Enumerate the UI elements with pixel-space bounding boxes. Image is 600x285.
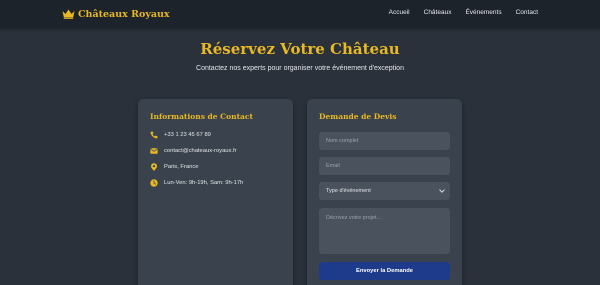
nav-links: Accueil Châteaux Événements Contact bbox=[375, 9, 538, 16]
contact-hours-text: Lun-Ven: 9h-19h, Sam: 9h-17h bbox=[164, 180, 244, 186]
contact-phone-text: +33 1 23 45 67 89 bbox=[164, 132, 211, 138]
quote-card-title: Demande de Devis bbox=[319, 112, 397, 121]
contact-hours: Lun-Ven: 9h-19h, Sam: 9h-17h bbox=[150, 179, 243, 187]
contact-card-title: Informations de Contact bbox=[150, 112, 253, 121]
contact-email: contact@chateaux-royaux.fr bbox=[150, 147, 237, 155]
contact-location: Paris, France bbox=[150, 163, 198, 171]
navbar: Châteaux Royaux Accueil Châteaux Événeme… bbox=[0, 0, 600, 28]
nav-link-chateaux[interactable]: Châteaux bbox=[424, 9, 452, 16]
page-title: Réservez Votre Château bbox=[200, 40, 400, 58]
event-type-select[interactable]: Type d'événement bbox=[319, 182, 450, 200]
chevron-down-icon bbox=[439, 189, 445, 193]
page-subtitle: Contactez nos experts pour organiser vot… bbox=[196, 65, 404, 72]
project-description-placeholder: Décrivez votre projet... bbox=[326, 215, 382, 221]
quote-form-card: Demande de Devis Nom complet Email Type … bbox=[307, 99, 462, 285]
map-pin-icon bbox=[151, 163, 157, 171]
full-name-input[interactable]: Nom complet bbox=[319, 132, 450, 150]
email-input[interactable]: Email bbox=[319, 157, 450, 175]
clock-icon bbox=[150, 179, 158, 187]
submit-request-button[interactable]: Envoyer la Demande bbox=[319, 262, 450, 280]
nav-link-accueil[interactable]: Accueil bbox=[389, 9, 410, 16]
contact-email-text: contact@chateaux-royaux.fr bbox=[164, 148, 237, 154]
contact-phone: +33 1 23 45 67 89 bbox=[150, 131, 211, 139]
crown-icon bbox=[62, 9, 75, 19]
brand-logo[interactable]: Châteaux Royaux bbox=[62, 7, 170, 21]
project-description-textarea[interactable]: Décrivez votre projet... bbox=[319, 208, 450, 254]
brand-name: Châteaux Royaux bbox=[78, 8, 170, 20]
nav-link-contact[interactable]: Contact bbox=[516, 9, 538, 16]
nav-link-evenements[interactable]: Événements bbox=[465, 9, 501, 16]
event-type-selected: Type d'événement bbox=[326, 188, 371, 194]
envelope-icon bbox=[150, 148, 158, 154]
contact-location-text: Paris, France bbox=[164, 164, 199, 170]
phone-icon bbox=[150, 131, 158, 139]
full-name-placeholder: Nom complet bbox=[326, 138, 359, 144]
contact-info-card: Informations de Contact +33 1 23 45 67 8… bbox=[138, 99, 293, 285]
email-placeholder: Email bbox=[326, 163, 340, 169]
